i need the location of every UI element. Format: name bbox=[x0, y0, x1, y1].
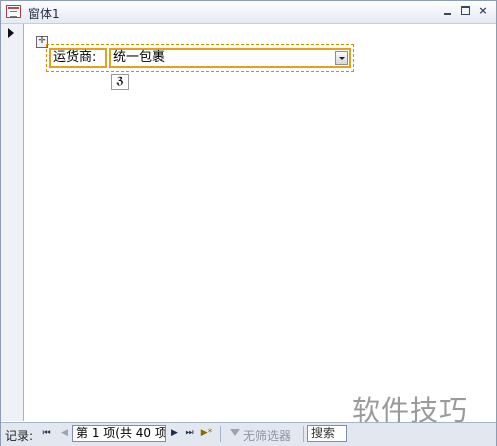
previous-record-icon[interactable]: ◀ bbox=[58, 426, 71, 441]
shipper-combobox-value: 统一包裹 bbox=[113, 50, 166, 65]
dropdown-arrow-icon[interactable] bbox=[335, 51, 348, 65]
shipper-field-layout: 运货商: 统一包裹 bbox=[46, 44, 354, 72]
first-record-icon[interactable]: ⏮ bbox=[40, 426, 53, 441]
current-record-arrow-icon bbox=[8, 28, 14, 38]
shipper-combobox[interactable]: 统一包裹 bbox=[109, 48, 351, 68]
title-bar: 窗体1 × bbox=[1, 1, 496, 24]
watermark-text: 软件技巧 bbox=[352, 394, 469, 427]
smart-tag-icon[interactable]: ℨ bbox=[111, 74, 129, 90]
next-record-icon[interactable]: ▶ bbox=[168, 426, 181, 441]
filter-icon bbox=[230, 429, 240, 436]
last-record-icon[interactable]: ⏭ bbox=[183, 426, 196, 441]
maximize-icon[interactable] bbox=[459, 4, 473, 18]
form-icon bbox=[6, 5, 21, 18]
minimize-icon[interactable] bbox=[441, 4, 455, 18]
current-record-field[interactable]: 第 1 项(共 40 项 bbox=[72, 425, 166, 442]
new-record-icon[interactable]: ▶* bbox=[200, 426, 213, 441]
form-detail-area: ✛ 运货商: 统一包裹 ℨ bbox=[24, 24, 496, 421]
window-title: 窗体1 bbox=[28, 7, 60, 21]
close-icon[interactable]: × bbox=[476, 4, 490, 18]
no-filter-button[interactable]: 无筛选器 bbox=[243, 427, 291, 444]
record-label: 记录: bbox=[5, 429, 34, 443]
record-selector-bar[interactable] bbox=[1, 24, 24, 421]
nav-separator bbox=[220, 426, 221, 442]
form-window: 窗体1 × ✛ 运货商: 统一包裹 ℨ 记录: ⏮ ◀ 第 1 项(共 40 项… bbox=[0, 0, 497, 446]
nav-separator bbox=[303, 426, 304, 442]
shipper-label: 运货商: bbox=[49, 48, 107, 68]
search-input[interactable]: 搜索 bbox=[307, 425, 347, 442]
